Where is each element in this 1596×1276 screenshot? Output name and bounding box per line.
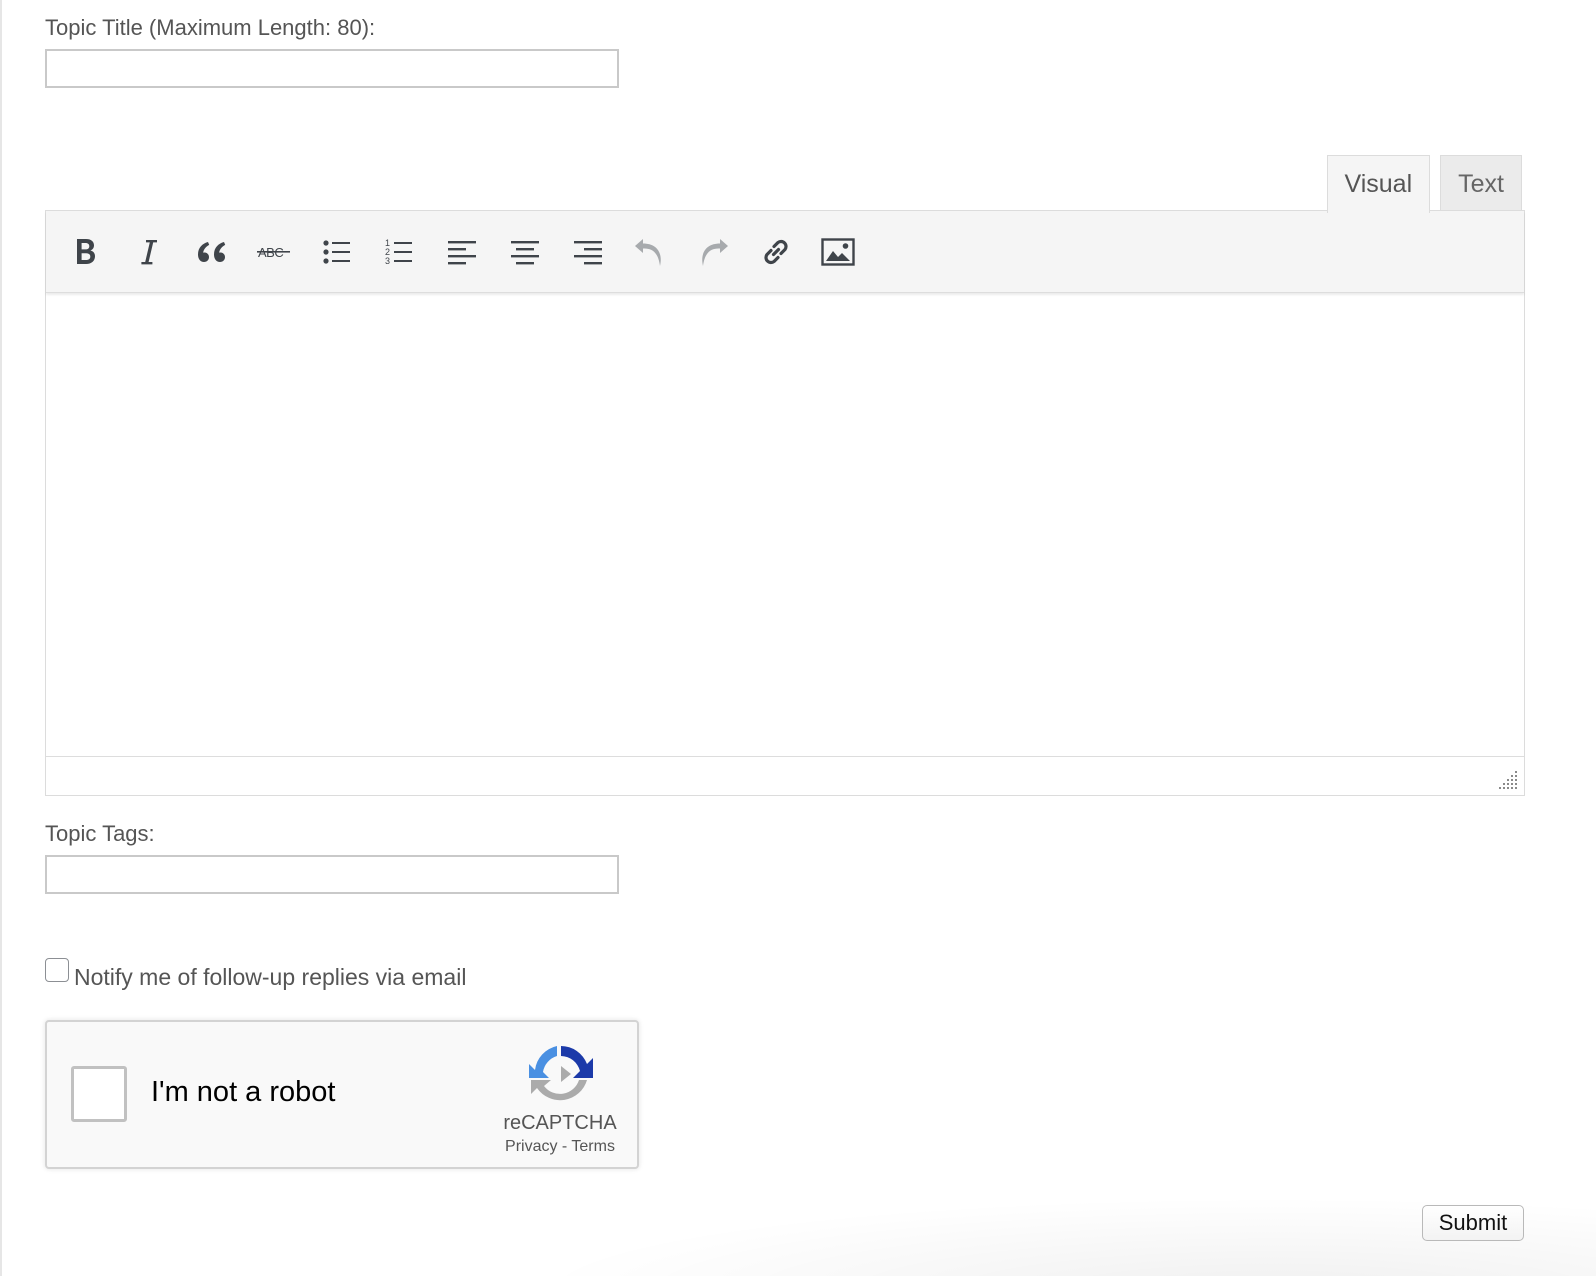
- topic-title-label: Topic Title (Maximum Length: 80):: [45, 15, 376, 40]
- recaptcha-privacy-link[interactable]: Privacy: [505, 1138, 557, 1155]
- blockquote-icon: [198, 241, 226, 262]
- link-button[interactable]: [756, 232, 796, 272]
- new-topic-form: Topic Title (Maximum Length: 80): Visual…: [0, 0, 1596, 1276]
- notify-label: Notify me of follow-up replies via email: [74, 964, 467, 990]
- bulleted-list-icon: [323, 239, 350, 264]
- recaptcha-terms-link[interactable]: Terms: [571, 1138, 615, 1155]
- blockquote-button[interactable]: [191, 232, 231, 272]
- recaptcha-logo-icon: [529, 1046, 593, 1101]
- redo-button[interactable]: [693, 232, 733, 272]
- editor-tabs: Visual Text: [1326, 155, 1522, 213]
- undo-icon: [635, 238, 661, 266]
- recaptcha-widget: I'm not a robot reCAPTCHA Privacy - Term…: [45, 1020, 639, 1169]
- undo-button[interactable]: [630, 232, 670, 272]
- tab-text[interactable]: Text: [1440, 155, 1522, 212]
- align-left-icon: [448, 240, 477, 264]
- align-center-icon: [510, 240, 539, 264]
- recaptcha-label: I'm not a robot: [151, 1076, 336, 1108]
- topic-title-input[interactable]: [45, 49, 619, 88]
- rich-text-editor: ABC 1 2 3: [45, 210, 1525, 796]
- resize-handle-icon[interactable]: [1498, 769, 1518, 789]
- topic-tags-input[interactable]: [45, 855, 619, 894]
- tab-visual[interactable]: Visual: [1326, 155, 1431, 213]
- align-left-button[interactable]: [442, 232, 482, 272]
- notify-row: Notify me of follow-up replies via email: [45, 956, 466, 991]
- bold-icon: [77, 238, 95, 264]
- recaptcha-links: Privacy - Terms: [477, 1138, 643, 1156]
- recaptcha-checkbox[interactable]: [71, 1066, 127, 1122]
- align-right-icon: [573, 240, 602, 264]
- strikethrough-icon: ABC: [257, 245, 291, 260]
- svg-text:3: 3: [385, 256, 390, 266]
- italic-icon: [141, 239, 157, 264]
- bold-button[interactable]: [66, 232, 106, 272]
- editor-content-area[interactable]: [46, 293, 1524, 757]
- editor-toolbar: ABC 1 2 3: [46, 211, 1524, 293]
- strikethrough-button[interactable]: ABC: [254, 232, 294, 272]
- link-icon: [763, 239, 788, 264]
- redo-icon: [702, 238, 728, 266]
- image-button[interactable]: [818, 232, 858, 272]
- recaptcha-brand: reCAPTCHA: [503, 1112, 617, 1134]
- topic-tags-label: Topic Tags:: [45, 821, 155, 846]
- bulleted-list-button[interactable]: [317, 232, 357, 272]
- recaptcha-link-separator: -: [557, 1138, 572, 1155]
- align-center-button[interactable]: [505, 232, 545, 272]
- align-right-button[interactable]: [568, 232, 608, 272]
- numbered-list-icon: 1 2 3: [385, 238, 413, 266]
- submit-button[interactable]: Submit: [1422, 1205, 1524, 1241]
- numbered-list-button[interactable]: 1 2 3: [379, 232, 419, 272]
- image-icon: [821, 237, 855, 266]
- notify-checkbox[interactable]: [45, 958, 69, 982]
- editor-statusbar: [46, 756, 1524, 795]
- italic-button[interactable]: [129, 232, 169, 272]
